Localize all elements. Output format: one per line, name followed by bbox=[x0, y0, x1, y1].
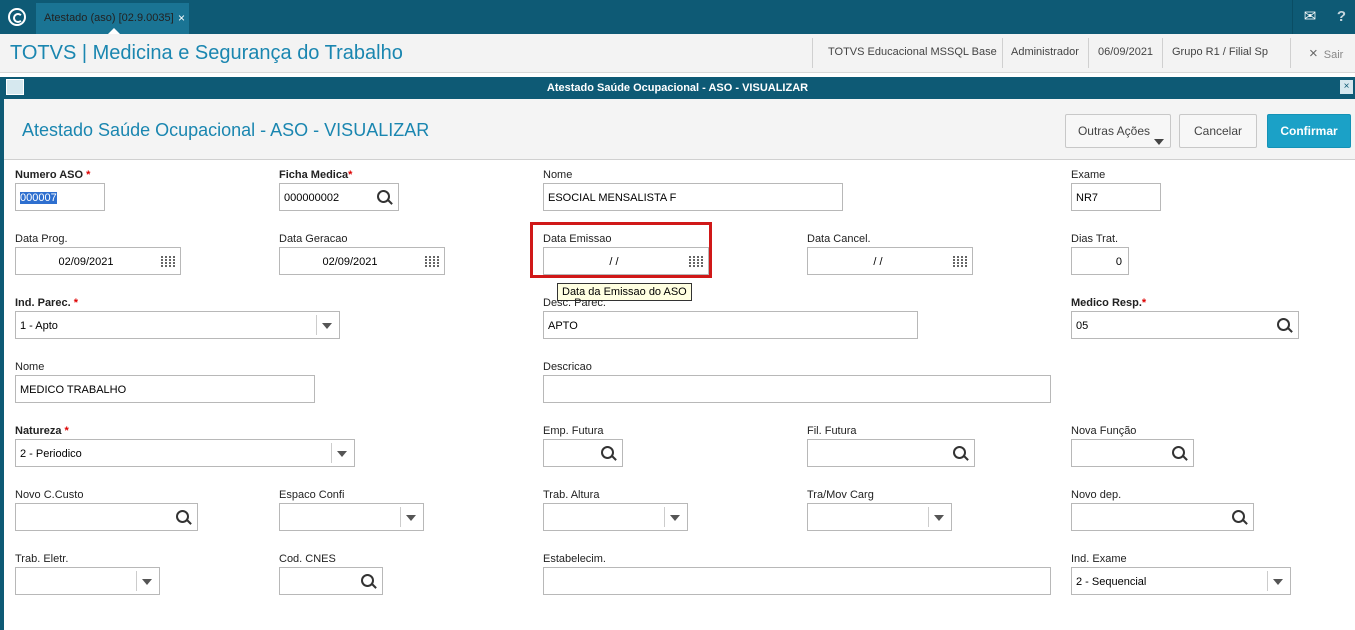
nova-funcao-field[interactable] bbox=[1071, 439, 1194, 467]
calendar-icon[interactable] bbox=[161, 256, 175, 267]
trab-eletr-label: Trab. Eletr. bbox=[15, 553, 69, 565]
environment-label: TOTVS Educacional MSSQL Base bbox=[828, 46, 997, 58]
tab-close-icon[interactable]: × bbox=[178, 11, 185, 25]
search-icon[interactable] bbox=[361, 574, 374, 587]
data-cancel-label: Data Cancel. bbox=[807, 233, 871, 245]
totvs-logo-icon[interactable] bbox=[8, 8, 26, 26]
chevron-down-icon bbox=[406, 515, 416, 521]
search-icon[interactable] bbox=[377, 190, 390, 203]
search-icon[interactable] bbox=[1277, 318, 1290, 331]
calendar-icon[interactable] bbox=[953, 256, 967, 267]
nome-medico-label: Nome bbox=[15, 361, 45, 373]
estabelecim-field[interactable] bbox=[543, 567, 1051, 595]
chevron-down-icon bbox=[1273, 579, 1283, 585]
data-prog-label: Data Prog. bbox=[15, 233, 68, 245]
help-icon[interactable]: ? bbox=[1328, 0, 1355, 34]
header-divider bbox=[1162, 38, 1163, 68]
emp-futura-label: Emp. Futura bbox=[543, 425, 604, 437]
header-divider bbox=[1290, 38, 1291, 68]
dialog-title-bar: Atestado Saúde Ocupacional - ASO - VISUA… bbox=[0, 77, 1355, 99]
calendar-icon[interactable] bbox=[425, 256, 439, 267]
novo-ccusto-field[interactable] bbox=[15, 503, 198, 531]
novo-ccusto-label: Novo C.Custo bbox=[15, 489, 84, 501]
ficha-medica-field[interactable]: 000000002 bbox=[279, 183, 399, 211]
top-bar bbox=[0, 0, 1355, 34]
data-geracao-field[interactable]: 02/09/2021 bbox=[279, 247, 445, 275]
search-icon[interactable] bbox=[1172, 446, 1185, 459]
natureza-select[interactable]: 2 - Periodico bbox=[15, 439, 355, 467]
mail-icon[interactable]: ✉ bbox=[1292, 0, 1327, 34]
ind-parec-label: Ind. Parec. * bbox=[15, 297, 78, 309]
cancel-button[interactable]: Cancelar bbox=[1179, 114, 1257, 148]
window-icon bbox=[6, 79, 24, 95]
data-cancel-field[interactable]: / / bbox=[807, 247, 973, 275]
ind-parec-select[interactable]: 1 - Apto bbox=[15, 311, 340, 339]
search-icon[interactable] bbox=[953, 446, 966, 459]
exit-label: Sair bbox=[1323, 49, 1344, 61]
dialog-close-icon[interactable]: × bbox=[1340, 80, 1353, 94]
search-icon[interactable] bbox=[176, 510, 189, 523]
tra-mov-carg-select[interactable] bbox=[807, 503, 952, 531]
natureza-label: Natureza * bbox=[15, 425, 69, 437]
trab-altura-label: Trab. Altura bbox=[543, 489, 600, 501]
espaco-confi-label: Espaco Confi bbox=[279, 489, 345, 501]
numero-aso-field[interactable]: 000007 bbox=[15, 183, 105, 211]
dias-trat-field[interactable]: 0 bbox=[1071, 247, 1129, 275]
exame-field[interactable]: NR7 bbox=[1071, 183, 1161, 211]
chevron-down-icon bbox=[1154, 139, 1164, 145]
header-divider bbox=[812, 38, 813, 68]
tab-label: Atestado (aso) [02.9.0035] bbox=[44, 12, 174, 24]
app-title: TOTVS | Medicina e Segurança do Trabalho bbox=[10, 42, 403, 64]
close-icon: × bbox=[1309, 45, 1318, 62]
nome-label: Nome bbox=[543, 169, 573, 181]
fil-futura-field[interactable] bbox=[807, 439, 975, 467]
novo-dep-field[interactable] bbox=[1071, 503, 1254, 531]
search-icon[interactable] bbox=[1232, 510, 1245, 523]
trab-altura-select[interactable] bbox=[543, 503, 688, 531]
desc-parec-label: Desc. Parec. bbox=[543, 297, 606, 309]
cod-cnes-field[interactable] bbox=[279, 567, 383, 595]
data-prog-field[interactable]: 02/09/2021 bbox=[15, 247, 181, 275]
descricao-field[interactable] bbox=[543, 375, 1051, 403]
numero-aso-label: Numero ASO * bbox=[15, 169, 91, 181]
user-label: Administrador bbox=[1011, 46, 1079, 58]
ind-exame-label: Ind. Exame bbox=[1071, 553, 1127, 565]
header-divider bbox=[1002, 38, 1003, 68]
medico-resp-field[interactable]: 05 bbox=[1071, 311, 1299, 339]
header-divider bbox=[1088, 38, 1089, 68]
fil-futura-label: Fil. Futura bbox=[807, 425, 857, 437]
descricao-label: Descricao bbox=[543, 361, 592, 373]
espaco-confi-select[interactable] bbox=[279, 503, 424, 531]
chevron-down-icon bbox=[934, 515, 944, 521]
confirm-button[interactable]: Confirmar bbox=[1267, 114, 1351, 148]
nova-funcao-label: Nova Função bbox=[1071, 425, 1137, 437]
ficha-medica-label: Ficha Medica* bbox=[279, 169, 353, 181]
exame-label: Exame bbox=[1071, 169, 1106, 181]
chevron-down-icon bbox=[670, 515, 680, 521]
nome-field[interactable]: ESOCIAL MENSALISTA F bbox=[543, 183, 843, 211]
tra-mov-carg-label: Tra/Mov Carg bbox=[807, 489, 874, 501]
desc-parec-field[interactable]: APTO bbox=[543, 311, 918, 339]
date-label: 06/09/2021 bbox=[1098, 46, 1154, 58]
chevron-down-icon bbox=[322, 323, 332, 329]
exit-button[interactable]: × Sair bbox=[1309, 45, 1343, 62]
data-geracao-label: Data Geracao bbox=[279, 233, 348, 245]
search-icon[interactable] bbox=[601, 446, 614, 459]
dias-trat-label: Dias Trat. bbox=[1071, 233, 1119, 245]
cod-cnes-label: Cod. CNES bbox=[279, 553, 336, 565]
estabelecim-label: Estabelecim. bbox=[543, 553, 606, 565]
ind-exame-select[interactable]: 2 - Sequencial bbox=[1071, 567, 1291, 595]
medico-resp-label: Medico Resp.* bbox=[1071, 297, 1147, 309]
chevron-down-icon bbox=[142, 579, 152, 585]
highlight-box bbox=[530, 222, 712, 278]
emp-futura-field[interactable] bbox=[543, 439, 623, 467]
branch-label: Grupo R1 / Filial Sp bbox=[1172, 46, 1268, 58]
other-actions-button[interactable]: Outras Ações bbox=[1065, 114, 1171, 148]
page-title: Atestado Saúde Ocupacional - ASO - VISUA… bbox=[22, 120, 430, 140]
trab-eletr-select[interactable] bbox=[15, 567, 160, 595]
nome-medico-field[interactable]: MEDICO TRABALHO bbox=[15, 375, 315, 403]
chevron-down-icon bbox=[337, 451, 347, 457]
novo-dep-label: Novo dep. bbox=[1071, 489, 1122, 501]
other-actions-label: Outras Ações bbox=[1077, 124, 1151, 138]
